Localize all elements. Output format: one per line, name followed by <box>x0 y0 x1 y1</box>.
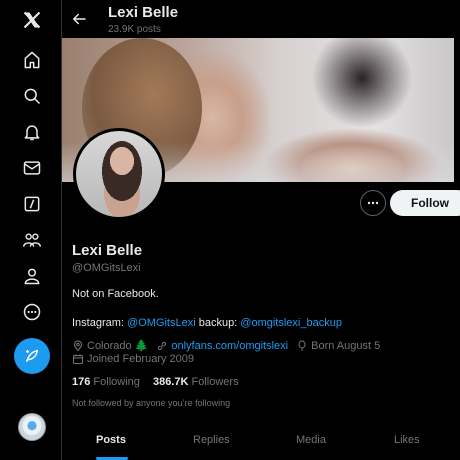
tab-replies[interactable]: Replies <box>193 434 230 446</box>
more-options-button[interactable] <box>360 190 386 216</box>
followers-count: 386.7K <box>152 376 189 388</box>
bio-line: Instagram: @OMGitsLexi backup: @omgitsle… <box>72 317 342 329</box>
profile-website-link[interactable]: onlyfans.com/omgitslexi <box>171 340 288 352</box>
header-profile-name: Lexi Belle <box>108 4 179 21</box>
bio-text: Instagram: <box>72 317 128 329</box>
notifications-bell-icon[interactable] <box>20 120 44 144</box>
ellipsis-icon <box>365 195 381 211</box>
profile-birthday: Born August 5 <box>311 339 381 352</box>
more-circle-icon[interactable] <box>20 300 44 324</box>
communities-icon[interactable] <box>20 228 44 252</box>
calendar-icon <box>72 353 84 365</box>
followers-link[interactable]: 386.7K Followers <box>153 376 239 388</box>
tab-posts[interactable]: Posts <box>96 434 126 446</box>
left-nav-rail <box>0 0 62 460</box>
profile-location: Colorado <box>87 339 132 352</box>
profile-icon[interactable] <box>20 264 44 288</box>
link-icon <box>156 340 168 352</box>
search-icon[interactable] <box>20 84 44 108</box>
profile-meta-row: Colorado 🌲 onlyfans.com/omgitslexi Born … <box>72 339 380 352</box>
bio-text: backup: <box>195 317 241 329</box>
back-arrow-icon[interactable] <box>70 10 88 28</box>
messages-envelope-icon[interactable] <box>20 156 44 180</box>
followers-label: Followers <box>191 376 239 388</box>
birthday-balloon-icon <box>296 340 308 352</box>
x-logo-icon[interactable] <box>20 8 44 32</box>
profile-header-bar: Lexi Belle 23.9K posts <box>62 0 460 38</box>
profile-meta-row: Joined February 2009 <box>72 353 194 365</box>
following-count: 176 <box>72 376 91 388</box>
tab-media[interactable]: Media <box>296 434 326 446</box>
account-avatar[interactable] <box>18 413 46 441</box>
location-emoji: 🌲 <box>134 340 149 352</box>
profile-tabs: Posts Replies Media Likes <box>62 424 460 460</box>
profile-handle: @OMGitsLexi <box>72 262 141 274</box>
profile-avatar[interactable] <box>73 128 165 220</box>
following-link[interactable]: 176 Following <box>72 376 140 388</box>
location-pin-icon <box>72 340 84 352</box>
follow-button[interactable]: Follow <box>390 190 460 216</box>
bio-line: Not on Facebook. <box>72 288 159 300</box>
home-icon[interactable] <box>20 48 44 72</box>
profile-display-name: Lexi Belle <box>72 242 143 259</box>
follow-stats: 176 Following 386.7K Followers <box>72 376 239 388</box>
header-post-count: 23.9K posts <box>108 24 161 35</box>
profile-main-column: Lexi Belle 23.9K posts Follow Lexi Belle… <box>62 0 460 460</box>
tab-likes[interactable]: Likes <box>394 434 420 446</box>
bio-mention-link[interactable]: @OMGitsLexi <box>127 317 196 329</box>
compose-post-icon <box>23 347 41 365</box>
bio-mention-link[interactable]: @omgitslexi_backup <box>240 317 342 329</box>
profile-joined-date: Joined February 2009 <box>87 353 195 365</box>
following-label: Following <box>93 376 140 388</box>
grok-icon[interactable] <box>20 192 44 216</box>
not-followed-notice: Not followed by anyone you’re following <box>72 398 231 408</box>
compose-post-button[interactable] <box>14 338 50 374</box>
